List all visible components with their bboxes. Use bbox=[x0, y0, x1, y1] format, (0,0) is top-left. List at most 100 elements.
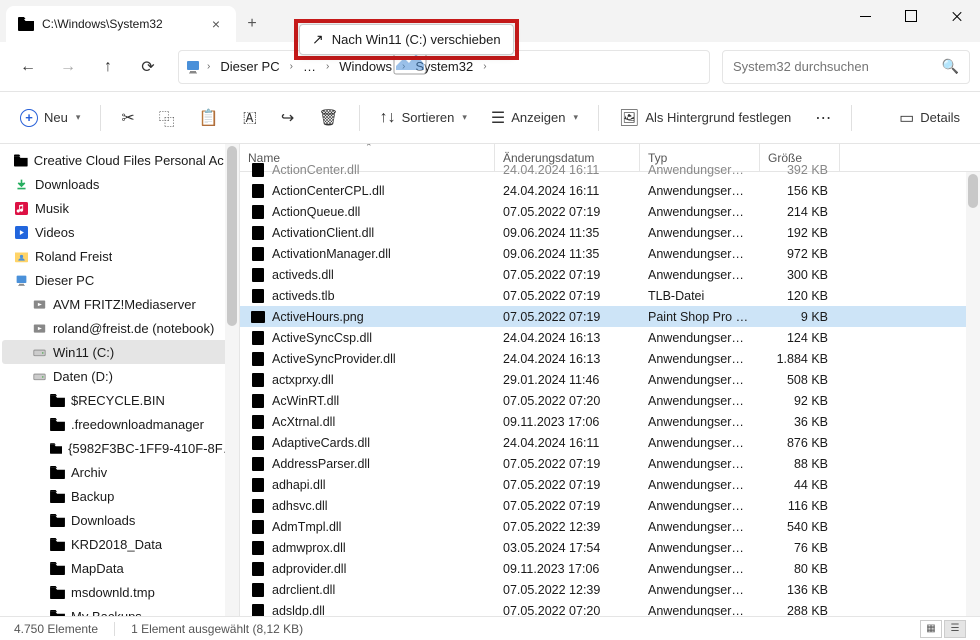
sidebar-item[interactable]: roland@freist.de (notebook) bbox=[2, 316, 237, 340]
file-row[interactable]: ActiveSyncProvider.dll 24.04.2024 16:13 … bbox=[240, 348, 966, 369]
sidebar-item[interactable]: msdownld.tmp bbox=[2, 580, 237, 604]
file-row[interactable]: ActionQueue.dll 07.05.2022 07:19 Anwendu… bbox=[240, 201, 966, 222]
sidebar-item[interactable]: Downloads bbox=[2, 172, 237, 196]
file-date: 24.04.2024 16:11 bbox=[495, 163, 640, 177]
copy-button[interactable]: ⿻ bbox=[149, 100, 185, 136]
view-details-button[interactable]: ☰ bbox=[944, 620, 966, 638]
breadcrumb-sep[interactable]: › bbox=[203, 61, 214, 72]
disk-icon bbox=[32, 346, 47, 359]
file-row[interactable]: adrclient.dll 07.05.2022 12:39 Anwendung… bbox=[240, 579, 966, 600]
sidebar-item[interactable]: Videos bbox=[2, 220, 237, 244]
share-button[interactable]: ↪ bbox=[271, 100, 304, 136]
sidebar-item[interactable]: Musik bbox=[2, 196, 237, 220]
sidebar-item[interactable]: KRD2018_Data bbox=[2, 532, 237, 556]
search-input[interactable] bbox=[733, 59, 934, 74]
breadcrumb-sep[interactable]: › bbox=[286, 61, 297, 72]
search-icon[interactable]: 🔍 bbox=[942, 58, 959, 75]
cut-button[interactable]: ✂ bbox=[111, 100, 144, 136]
new-tab-button[interactable]: + bbox=[236, 8, 268, 40]
sidebar-item[interactable]: Downloads bbox=[2, 508, 237, 532]
more-icon: ⋯ bbox=[815, 108, 831, 128]
sidebar-scrollbar[interactable] bbox=[225, 144, 239, 616]
file-row[interactable]: adsldp.dll 07.05.2022 07:20 Anwendungser… bbox=[240, 600, 966, 616]
file-row[interactable]: activeds.tlb 07.05.2022 07:19 TLB-Datei … bbox=[240, 285, 966, 306]
file-date: 24.04.2024 16:13 bbox=[495, 331, 640, 345]
delete-button[interactable]: 🗑 bbox=[308, 100, 348, 136]
file-dll-icon bbox=[250, 561, 266, 577]
file-row[interactable]: AdmTmpl.dll 07.05.2022 12:39 Anwendungse… bbox=[240, 516, 966, 537]
rename-button[interactable]: 🇦 bbox=[233, 100, 267, 136]
close-window-button[interactable] bbox=[934, 0, 980, 32]
file-date: 07.05.2022 07:19 bbox=[495, 268, 640, 282]
file-row[interactable]: AdaptiveCards.dll 24.04.2024 16:11 Anwen… bbox=[240, 432, 966, 453]
file-date: 07.05.2022 07:20 bbox=[495, 394, 640, 408]
sidebar-item[interactable]: .freedownloadmanager bbox=[2, 412, 237, 436]
file-row[interactable]: AcWinRT.dll 07.05.2022 07:20 Anwendungse… bbox=[240, 390, 966, 411]
paste-button[interactable]: 📋 bbox=[189, 100, 229, 136]
sidebar-item[interactable]: Creative Cloud Files Personal Account bbox=[2, 148, 237, 172]
sidebar-item[interactable]: $RECYCLE.BIN bbox=[2, 388, 237, 412]
file-row[interactable]: ActionCenterCPL.dll 24.04.2024 16:11 Anw… bbox=[240, 180, 966, 201]
file-name: ActionCenterCPL.dll bbox=[272, 184, 385, 198]
tab-active[interactable]: C:\Windows\System32 × bbox=[6, 6, 236, 42]
file-row[interactable]: admwprox.dll 03.05.2024 17:54 Anwendungs… bbox=[240, 537, 966, 558]
scrollbar-thumb[interactable] bbox=[968, 174, 978, 208]
file-row[interactable]: ActivationManager.dll 09.06.2024 11:35 A… bbox=[240, 243, 966, 264]
more-button[interactable]: ⋯ bbox=[805, 100, 841, 136]
file-row[interactable]: ActionCenter.dll 24.04.2024 16:11 Anwend… bbox=[240, 159, 966, 180]
maximize-button[interactable] bbox=[888, 0, 934, 32]
file-size: 214 KB bbox=[760, 205, 840, 219]
view-button[interactable]: ☰ Anzeigen ▾ bbox=[481, 100, 588, 136]
chevron-down-icon: ▾ bbox=[462, 112, 467, 123]
sidebar-item[interactable]: Win11 (C:) bbox=[2, 340, 237, 364]
sidebar-item[interactable]: {5982F3BC-1FF9-410F-8F62-3E2… bbox=[2, 436, 237, 460]
breadcrumb-item[interactable]: Dieser PC bbox=[216, 55, 283, 78]
scrollbar-thumb[interactable] bbox=[227, 146, 237, 326]
sidebar-item[interactable]: Backup bbox=[2, 484, 237, 508]
file-row[interactable]: ActiveSyncCsp.dll 24.04.2024 16:13 Anwen… bbox=[240, 327, 966, 348]
navigation-sidebar[interactable]: Creative Cloud Files Personal Account Dow… bbox=[0, 144, 240, 616]
back-button[interactable]: ← bbox=[10, 49, 46, 85]
file-list-body[interactable]: ActionCenter.dll 24.04.2024 16:11 Anwend… bbox=[240, 159, 966, 616]
file-row[interactable]: activeds.dll 07.05.2022 07:19 Anwendungs… bbox=[240, 264, 966, 285]
view-thumbnails-button[interactable]: ▦ bbox=[920, 620, 942, 638]
file-row[interactable]: ActivationClient.dll 09.06.2024 11:35 An… bbox=[240, 222, 966, 243]
file-size: 1.884 KB bbox=[760, 352, 840, 366]
file-date: 09.11.2023 17:06 bbox=[495, 415, 640, 429]
forward-button[interactable]: → bbox=[50, 49, 86, 85]
file-row[interactable]: adhapi.dll 07.05.2022 07:19 Anwendungser… bbox=[240, 474, 966, 495]
breadcrumb-sep[interactable]: › bbox=[479, 61, 490, 72]
sidebar-item[interactable]: Archiv bbox=[2, 460, 237, 484]
file-type: Anwendungserwe... bbox=[640, 247, 760, 261]
file-scrollbar[interactable] bbox=[966, 172, 980, 616]
breadcrumb-sep[interactable]: › bbox=[322, 61, 333, 72]
sidebar-item-label: Downloads bbox=[35, 177, 99, 192]
sidebar-item[interactable]: AVM FRITZ!Mediaserver bbox=[2, 292, 237, 316]
refresh-button[interactable]: ⟳ bbox=[130, 49, 166, 85]
up-button[interactable]: ↑ bbox=[90, 49, 126, 85]
file-row[interactable]: ActiveHours.png 07.05.2022 07:19 Paint S… bbox=[240, 306, 966, 327]
details-pane-button[interactable]: ▭ Details bbox=[889, 100, 970, 136]
sidebar-item[interactable]: Dieser PC bbox=[2, 268, 237, 292]
file-row[interactable]: AcXtrnal.dll 09.11.2023 17:06 Anwendungs… bbox=[240, 411, 966, 432]
folder-icon bbox=[50, 394, 65, 407]
file-name: ActivationManager.dll bbox=[272, 247, 391, 261]
file-row[interactable]: actxprxy.dll 29.01.2024 11:46 Anwendungs… bbox=[240, 369, 966, 390]
sidebar-item[interactable]: My Backups bbox=[2, 604, 237, 616]
drag-tooltip: ↗ Nach Win11 (C:) verschieben bbox=[299, 24, 514, 55]
file-row[interactable]: adhsvc.dll 07.05.2022 07:19 Anwendungser… bbox=[240, 495, 966, 516]
search-box[interactable]: 🔍 bbox=[722, 50, 970, 84]
sidebar-item[interactable]: Roland Freist bbox=[2, 244, 237, 268]
sort-button[interactable]: ↑↓ Sortieren ▾ bbox=[370, 100, 477, 136]
new-button[interactable]: + Neu ▾ bbox=[10, 100, 90, 136]
file-name: ActiveSyncProvider.dll bbox=[272, 352, 396, 366]
breadcrumb-sep[interactable]: › bbox=[398, 61, 409, 72]
sidebar-item[interactable]: MapData bbox=[2, 556, 237, 580]
sidebar-item[interactable]: Daten (D:) bbox=[2, 364, 237, 388]
file-row[interactable]: AddressParser.dll 07.05.2022 07:19 Anwen… bbox=[240, 453, 966, 474]
file-size: 36 KB bbox=[760, 415, 840, 429]
file-row[interactable]: adprovider.dll 09.11.2023 17:06 Anwendun… bbox=[240, 558, 966, 579]
minimize-button[interactable] bbox=[842, 0, 888, 32]
tab-close-button[interactable]: × bbox=[208, 16, 224, 32]
wallpaper-button[interactable]: 🖼 Als Hintergrund festlegen bbox=[609, 100, 801, 136]
